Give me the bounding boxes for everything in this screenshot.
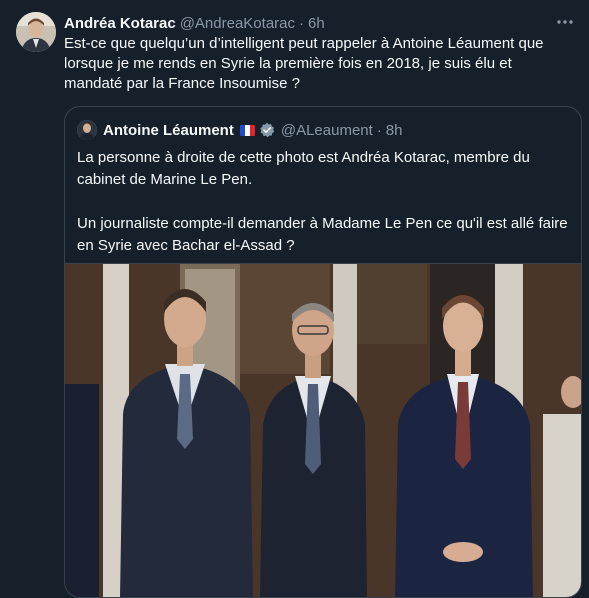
quoted-author-name[interactable]: Antoine Léaument [103, 122, 234, 139]
quoted-time[interactable]: 8h [386, 122, 403, 139]
more-horizontal-icon [557, 20, 573, 24]
author-name[interactable]: Andréa Kotarac [64, 15, 176, 32]
tweet-text: Est-ce que quelqu’un d’intelligent peut … [64, 35, 544, 92]
quoted-header: Antoine Léaument @ALeaument · 8h [77, 119, 402, 141]
author-avatar[interactable] [16, 12, 56, 52]
tweet-header: Andréa Kotarac @AndreaKotarac · 6h [64, 13, 325, 33]
quoted-author-handle[interactable]: @ALeaument [281, 122, 373, 139]
separator-dot: · [299, 14, 304, 32]
france-flag-icon [239, 124, 255, 136]
quoted-separator-dot: · [376, 121, 382, 139]
quoted-tweet[interactable]: Antoine Léaument @ALeaument · 8h La pers… [64, 106, 582, 598]
tweet-time[interactable]: 6h [308, 15, 325, 32]
quoted-author-avatar [77, 120, 97, 140]
verified-badge-icon [260, 122, 275, 138]
quoted-photo[interactable] [65, 263, 581, 597]
quoted-paragraph-2: Un journaliste compte-il demander à Mada… [77, 215, 568, 254]
quoted-paragraph-1: La personne à droite de cette photo est … [77, 149, 530, 188]
author-handle[interactable]: @AndreaKotarac [180, 15, 295, 32]
tweet[interactable]: Andréa Kotarac @AndreaKotarac · 6h Est-c… [0, 0, 589, 598]
quoted-text: La personne à droite de cette photo est … [77, 147, 571, 257]
more-options-button[interactable] [553, 10, 577, 34]
